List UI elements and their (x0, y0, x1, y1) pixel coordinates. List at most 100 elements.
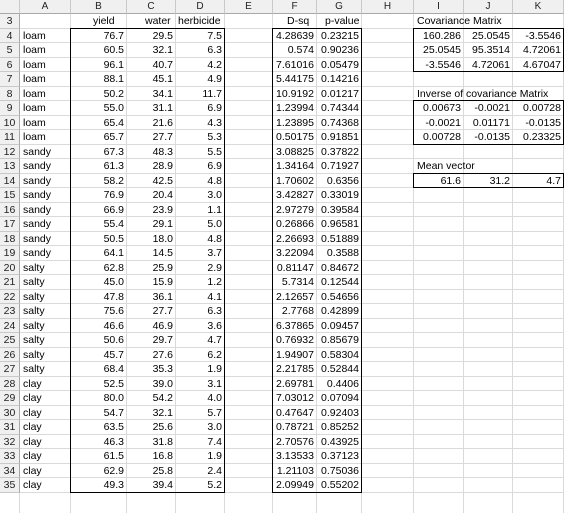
covariance-matrix-cell[interactable]: -3.5546 (513, 29, 564, 44)
row-header-20[interactable]: 20 (0, 260, 20, 275)
yield-cell[interactable]: 46.6 (71, 319, 127, 334)
herbicide-cell[interactable]: 4.1 (176, 290, 225, 305)
p-value-cell[interactable]: 0.39584 (317, 203, 362, 218)
row-header-28[interactable]: 28 (0, 376, 20, 391)
covariance-matrix-cell[interactable]: 160.286 (414, 29, 464, 44)
p-value-cell[interactable]: 0.85252 (317, 420, 362, 435)
row-header-3[interactable]: 3 (0, 14, 20, 29)
p-value-cell[interactable]: 0.23215 (317, 29, 362, 44)
water-cell[interactable]: 32.1 (127, 43, 176, 58)
spreadsheet-grid[interactable]: A B C D E F G H I J K 3 4 5 6 7 8 9 10 11 12 13 14 15 16 17 18 19 20… (0, 0, 564, 513)
covariance-matrix-cell[interactable]: -3.5546 (414, 58, 464, 73)
soil-type-cell[interactable]: sandy (20, 246, 71, 261)
soil-type-cell[interactable]: sandy (20, 159, 71, 174)
herbicide-cell[interactable]: 1.1 (176, 203, 225, 218)
yield-cell[interactable]: 58.2 (71, 174, 127, 189)
row-header-31[interactable]: 31 (0, 420, 20, 435)
d-sq-cell[interactable]: 10.9192 (273, 87, 317, 102)
inverse-matrix-cell[interactable]: 0.00728 (414, 130, 464, 145)
d-sq-cell[interactable]: 1.21103 (273, 464, 317, 479)
water-cell[interactable]: 48.3 (127, 145, 176, 160)
soil-type-cell[interactable]: sandy (20, 188, 71, 203)
row-header-16[interactable]: 16 (0, 202, 20, 217)
water-cell[interactable]: 27.7 (127, 130, 176, 145)
d-sq-cell[interactable]: 0.574 (273, 43, 317, 58)
column-header-h[interactable]: H (362, 0, 414, 14)
soil-type-cell[interactable]: salty (20, 333, 71, 348)
herbicide-cell[interactable]: 1.2 (176, 275, 225, 290)
water-cell[interactable]: 29.1 (127, 217, 176, 232)
herbicide-cell[interactable]: 4.3 (176, 116, 225, 131)
soil-type-cell[interactable]: clay (20, 377, 71, 392)
row-header-24[interactable]: 24 (0, 318, 20, 333)
yield-cell[interactable]: 55.0 (71, 101, 127, 116)
d-sq-cell[interactable]: 1.70602 (273, 174, 317, 189)
yield-cell[interactable]: 47.8 (71, 290, 127, 305)
water-cell[interactable]: 40.7 (127, 58, 176, 73)
d-sq-cell[interactable]: 2.26693 (273, 232, 317, 247)
herbicide-cell[interactable]: 1.9 (176, 362, 225, 377)
soil-type-cell[interactable]: salty (20, 362, 71, 377)
yield-cell[interactable]: 67.3 (71, 145, 127, 160)
yield-cell[interactable]: 49.3 (71, 478, 127, 493)
water-cell[interactable]: 23.9 (127, 203, 176, 218)
mean-vector-cell[interactable]: 4.7 (513, 174, 564, 189)
inverse-matrix-cell[interactable]: 0.00728 (513, 101, 564, 116)
soil-type-cell[interactable]: clay (20, 464, 71, 479)
inverse-matrix-cell[interactable]: 0.01171 (464, 116, 513, 131)
water-cell[interactable]: 31.8 (127, 435, 176, 450)
yield-cell[interactable]: 50.6 (71, 333, 127, 348)
p-value-cell[interactable]: 0.96581 (317, 217, 362, 232)
d-sq-cell[interactable]: 3.13533 (273, 449, 317, 464)
p-value-cell[interactable]: 0.85679 (317, 333, 362, 348)
soil-type-cell[interactable]: sandy (20, 203, 71, 218)
p-value-cell[interactable]: 0.43925 (317, 435, 362, 450)
p-value-cell[interactable]: 0.07094 (317, 391, 362, 406)
covariance-matrix-cell[interactable]: 95.3514 (464, 43, 513, 58)
row-header-29[interactable]: 29 (0, 391, 20, 406)
soil-type-cell[interactable]: loam (20, 58, 71, 73)
yield-cell[interactable]: 96.1 (71, 58, 127, 73)
herbicide-cell[interactable]: 4.9 (176, 72, 225, 87)
yield-cell[interactable]: 45.7 (71, 348, 127, 363)
water-cell[interactable]: 28.9 (127, 159, 176, 174)
row-header-22[interactable]: 22 (0, 289, 20, 304)
water-cell[interactable]: 16.8 (127, 449, 176, 464)
water-cell[interactable]: 45.1 (127, 72, 176, 87)
water-cell[interactable]: 27.7 (127, 304, 176, 319)
water-cell[interactable]: 31.1 (127, 101, 176, 116)
herbicide-cell[interactable]: 2.4 (176, 464, 225, 479)
water-cell[interactable]: 20.4 (127, 188, 176, 203)
d-sq-cell[interactable]: 1.23895 (273, 116, 317, 131)
soil-type-cell[interactable]: sandy (20, 232, 71, 247)
covariance-matrix-cell[interactable]: 25.0545 (414, 43, 464, 58)
column-label-yield[interactable]: yield (71, 14, 127, 29)
d-sq-cell[interactable]: 1.23994 (273, 101, 317, 116)
column-label-d-sq[interactable]: D-sq (273, 14, 317, 29)
water-cell[interactable]: 29.7 (127, 333, 176, 348)
p-value-cell[interactable]: 0.54656 (317, 290, 362, 305)
herbicide-cell[interactable]: 7.4 (176, 435, 225, 450)
d-sq-cell[interactable]: 0.50175 (273, 130, 317, 145)
yield-cell[interactable]: 46.3 (71, 435, 127, 450)
soil-type-cell[interactable]: clay (20, 420, 71, 435)
herbicide-cell[interactable]: 4.7 (176, 333, 225, 348)
inverse-matrix-cell[interactable]: -0.0135 (464, 130, 513, 145)
row-header-9[interactable]: 9 (0, 101, 20, 116)
p-value-cell[interactable]: 0.55202 (317, 478, 362, 493)
soil-type-cell[interactable]: salty (20, 348, 71, 363)
d-sq-cell[interactable]: 3.22094 (273, 246, 317, 261)
p-value-cell[interactable]: 0.52844 (317, 362, 362, 377)
column-header-c[interactable]: C (127, 0, 176, 14)
yield-cell[interactable]: 50.5 (71, 232, 127, 247)
water-cell[interactable]: 39.4 (127, 478, 176, 493)
soil-type-cell[interactable]: loam (20, 72, 71, 87)
p-value-cell[interactable]: 0.75036 (317, 464, 362, 479)
water-cell[interactable]: 35.3 (127, 362, 176, 377)
yield-cell[interactable]: 75.6 (71, 304, 127, 319)
column-label-herbicide[interactable]: herbicide (176, 14, 225, 29)
herbicide-cell[interactable]: 6.3 (176, 43, 225, 58)
soil-type-cell[interactable]: salty (20, 319, 71, 334)
d-sq-cell[interactable]: 0.76932 (273, 333, 317, 348)
soil-type-cell[interactable]: loam (20, 29, 71, 44)
